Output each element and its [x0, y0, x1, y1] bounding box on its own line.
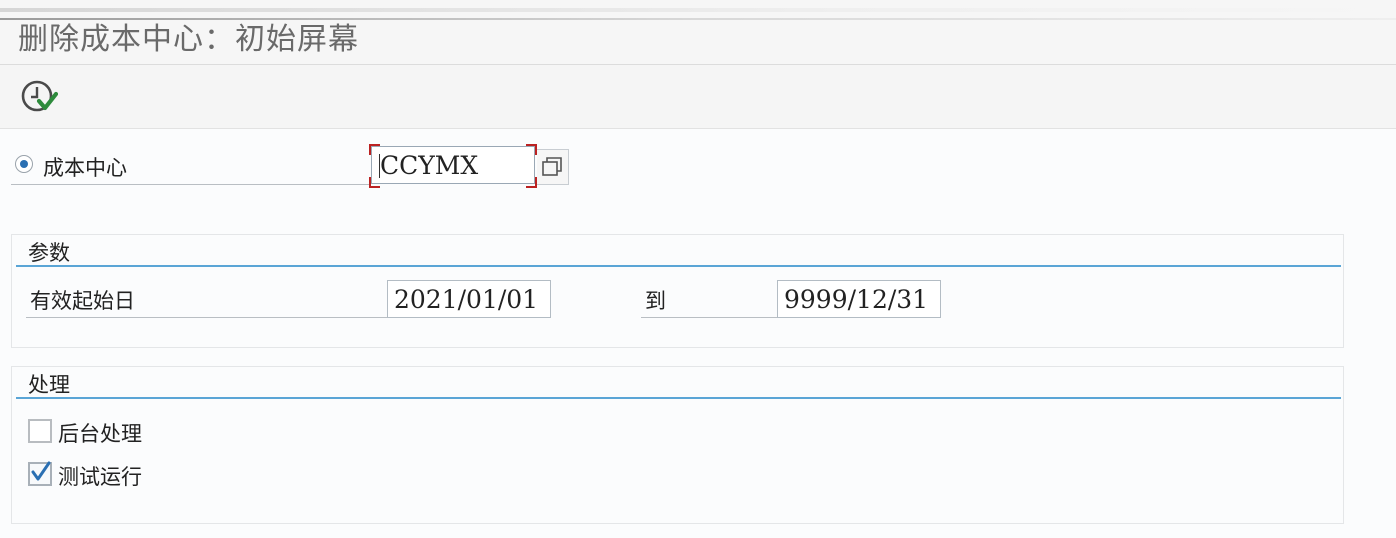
processing-group-title: 处理	[28, 373, 70, 397]
test-run-checkbox[interactable]	[28, 461, 52, 486]
execute-clock-check-icon	[21, 80, 59, 112]
valid-from-input[interactable]: 2021/01/01	[387, 280, 551, 318]
focus-bracket-bottom-right	[526, 177, 537, 188]
application-toolbar	[0, 65, 1396, 129]
group-title-rule	[16, 397, 1341, 399]
label-underline	[26, 317, 388, 318]
checkmark-icon	[31, 461, 51, 481]
label-underline	[11, 184, 369, 185]
cost-center-input[interactable]: CCYMX	[371, 146, 535, 184]
test-run-label: 测试运行	[58, 465, 142, 489]
focus-bracket-top-left	[369, 144, 380, 155]
label-underline	[641, 317, 777, 318]
value-help-button[interactable]	[537, 149, 569, 185]
parameters-group-title: 参数	[28, 241, 70, 265]
cost-center-label: 成本中心	[43, 156, 127, 180]
valid-to-input[interactable]: 9999/12/31	[777, 280, 941, 318]
page-title: 删除成本中心：初始屏幕	[18, 22, 359, 57]
title-bar: 删除成本中心：初始屏幕	[0, 0, 1396, 65]
group-title-rule	[16, 265, 1341, 267]
to-label: 到	[645, 289, 666, 313]
title-stripe	[0, 8, 1396, 12]
text-caret	[379, 154, 380, 178]
background-processing-label: 后台处理	[58, 422, 142, 446]
valid-from-label: 有效起始日	[30, 289, 135, 313]
execute-button[interactable]	[20, 79, 59, 115]
value-help-icon	[542, 157, 562, 176]
background-processing-checkbox[interactable]	[28, 419, 52, 443]
radio-selected-dot	[20, 160, 28, 168]
parameters-group: 参数 有效起始日 2021/01/01 到 9999/12/31	[11, 234, 1344, 348]
focus-bracket-top-right	[526, 144, 537, 155]
processing-group: 处理 后台处理 测试运行	[11, 366, 1344, 524]
cost-center-radio[interactable]	[15, 155, 33, 173]
cost-center-row: 成本中心 CCYMX	[11, 144, 571, 188]
focus-bracket-bottom-left	[369, 177, 380, 188]
